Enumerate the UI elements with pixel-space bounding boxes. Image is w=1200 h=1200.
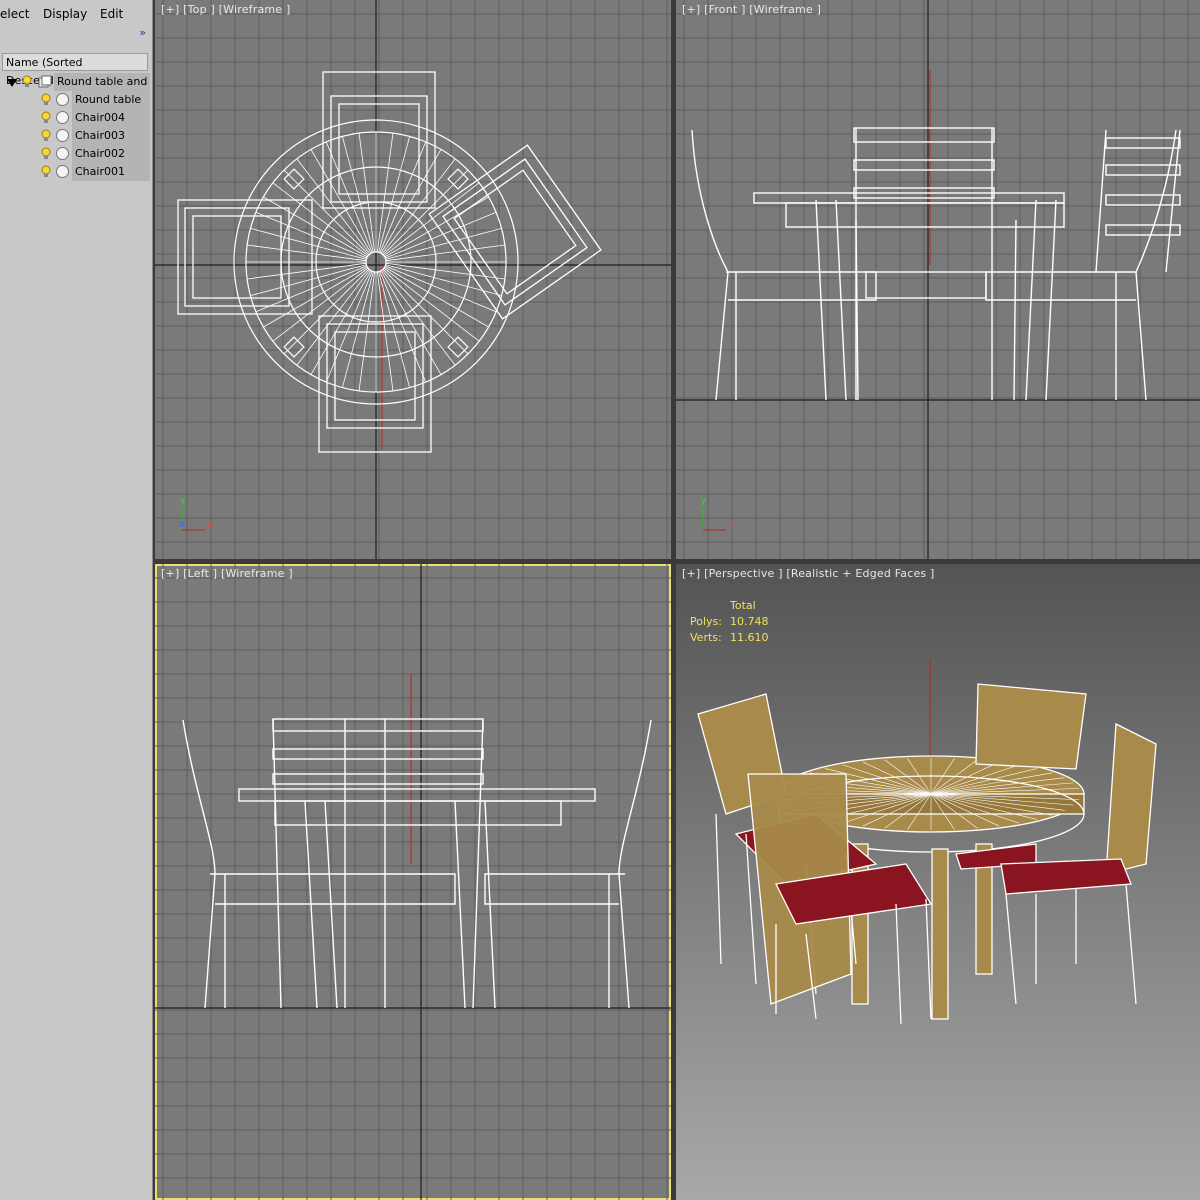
light-bulb-icon[interactable]	[41, 147, 51, 159]
poly-stats-overlay: Total Polys: 10.748 Verts: 11.610	[690, 598, 769, 646]
tree-item-round-table[interactable]: Round table	[0, 91, 150, 109]
stats-verts-value: 11.610	[730, 631, 769, 644]
stats-verts-label: Verts:	[690, 631, 722, 644]
viewport-label[interactable]: [+] [Top ] [Wireframe ]	[161, 3, 290, 16]
stats-total-label: Total	[730, 599, 756, 612]
front-furniture-wire	[691, 127, 1181, 401]
stats-polys-label: Polys:	[690, 615, 722, 628]
viewport-perspective[interactable]: [+] [Perspective ] [Realistic + Edged Fa…	[676, 564, 1200, 1200]
tree-item-chair003[interactable]: Chair003	[0, 127, 150, 145]
axis-z-label: z	[180, 520, 185, 530]
axis-gizmo	[702, 508, 726, 531]
menu-display[interactable]: Display	[43, 7, 87, 21]
left-wireframe	[155, 564, 671, 1200]
viewport-label[interactable]: [+] [Front ] [Wireframe ]	[682, 3, 821, 16]
axis-x-label: x	[207, 521, 213, 531]
tree-group-label: Round table and ch	[57, 75, 149, 88]
light-bulb-icon[interactable]	[41, 111, 51, 123]
left-furniture-wire	[182, 718, 652, 1009]
light-bulb-icon[interactable]	[41, 93, 51, 105]
scene-explorer-panel: elect Display Edit » Name (Sorted Descen…	[0, 0, 153, 1200]
viewport-label[interactable]: [+] [Left ] [Wireframe ]	[161, 567, 293, 580]
viewport-label[interactable]: [+] [Perspective ] [Realistic + Edged Fa…	[682, 567, 935, 580]
menu-select[interactable]: elect	[0, 7, 29, 21]
perspective-render	[697, 659, 1157, 1025]
geometry-icon	[56, 165, 69, 178]
stats-polys-value: 10.748	[730, 615, 769, 628]
light-bulb-icon[interactable]	[41, 129, 51, 141]
geometry-icon	[56, 129, 69, 142]
name-column-header[interactable]: Name (Sorted Descending)	[2, 53, 148, 87]
tree-item-label: Chair003	[75, 129, 125, 142]
viewport-top[interactable]: [+] [Top ] [Wireframe ] y z x	[155, 0, 671, 559]
menu-edit[interactable]: Edit	[100, 7, 123, 21]
tree-item-label: Chair002	[75, 147, 125, 160]
axis-gizmo	[181, 508, 205, 531]
geometry-icon	[56, 111, 69, 124]
menu-bar: elect Display Edit	[0, 0, 152, 30]
tree-item-chair002[interactable]: Chair002	[0, 145, 150, 163]
tree-group-row[interactable]: Round table and ch	[0, 73, 150, 91]
geometry-icon	[56, 93, 69, 106]
light-bulb-icon[interactable]	[41, 165, 51, 177]
tree-item-label: Round table	[75, 93, 142, 106]
tree-item-label: Chair004	[75, 111, 125, 124]
front-wireframe	[676, 0, 1200, 559]
viewport-front[interactable]: [+] [Front ] [Wireframe ] y x	[676, 0, 1200, 559]
tree-item-label: Chair001	[75, 165, 125, 178]
group-icon	[38, 75, 52, 88]
double-chevron-right-icon[interactable]: »	[139, 26, 146, 39]
geometry-icon	[56, 147, 69, 160]
light-bulb-icon[interactable]	[22, 75, 32, 87]
axis-x-label: x	[728, 521, 734, 531]
tree-item-chair004[interactable]: Chair004	[0, 109, 150, 127]
viewport-left[interactable]: [+] [Left ] [Wireframe ]	[155, 564, 671, 1200]
axis-y-label: y	[701, 496, 707, 506]
tree-item-chair001[interactable]: Chair001	[0, 163, 150, 181]
top-wireframe	[155, 0, 671, 559]
expand-triangle-icon[interactable]	[7, 79, 17, 87]
axis-y-label: y	[180, 496, 186, 506]
chair-renders	[697, 683, 1157, 1025]
